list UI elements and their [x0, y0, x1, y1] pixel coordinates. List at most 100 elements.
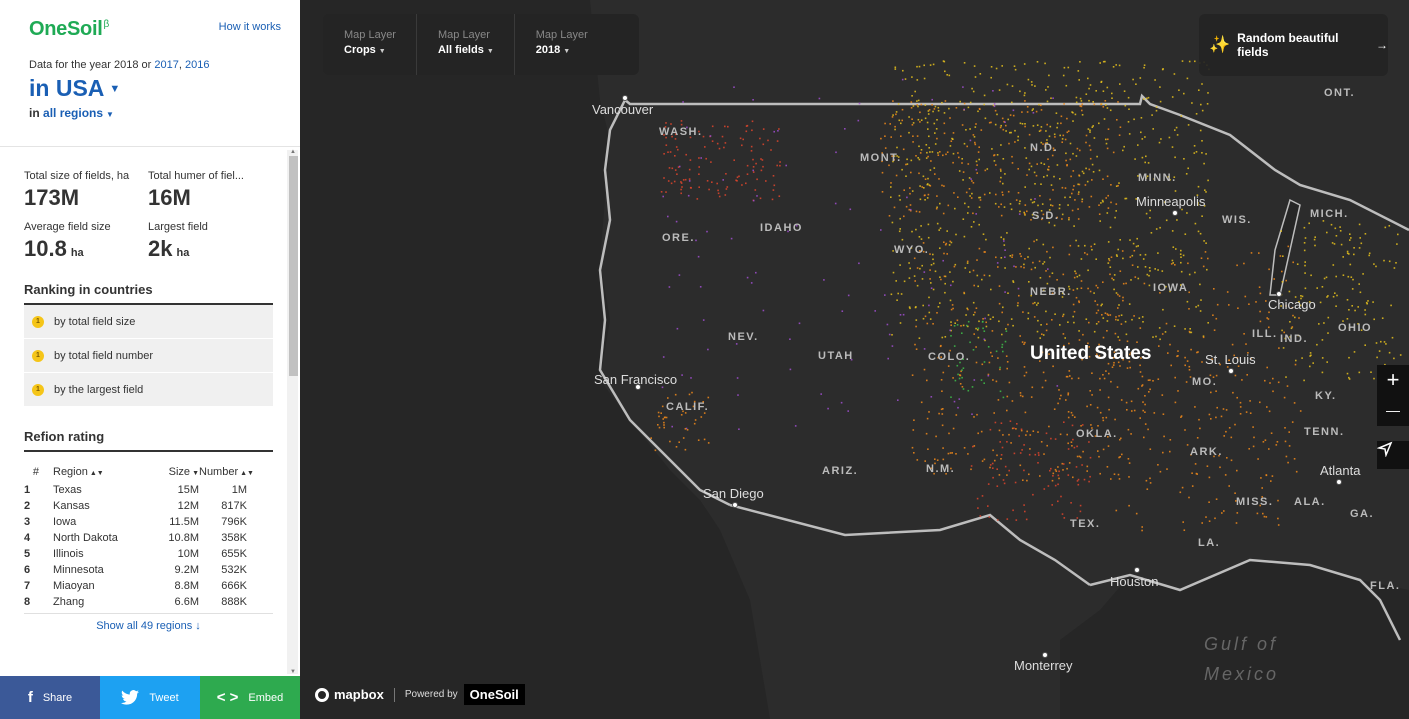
field-dot	[1149, 209, 1151, 212]
state-label: ILL.	[1252, 328, 1278, 340]
col-region[interactable]: Region ▲▼	[39, 466, 149, 478]
random-beautiful-fields-button[interactable]: ✨ Random beautiful fields →	[1199, 14, 1388, 76]
field-dot	[1142, 258, 1145, 260]
field-dot	[1354, 309, 1356, 312]
field-dot	[1186, 212, 1188, 214]
layer-selector-crops[interactable]: Map Layer Crops ▼	[323, 14, 417, 75]
table-row[interactable]: 5 Illinois 10M 655K	[24, 546, 273, 562]
field-dot	[932, 258, 934, 261]
table-row[interactable]: 4 North Dakota 10.8M 358K	[24, 530, 273, 546]
onesoil-footer-logo[interactable]: OneSoil	[463, 684, 525, 705]
field-dot	[1225, 409, 1228, 411]
country-selector[interactable]: in USA ▼	[29, 77, 280, 100]
sidebar-scrollbar[interactable]: ▲ ▼	[287, 149, 298, 675]
ranking-item-number[interactable]: 1 by total field number	[24, 339, 273, 373]
field-dot	[1139, 417, 1141, 419]
zoom-in-button[interactable]: +	[1377, 365, 1409, 395]
row-number: 1M	[231, 484, 247, 496]
field-dot	[973, 416, 975, 418]
field-dot	[680, 120, 683, 122]
region-selector[interactable]: all regions	[43, 106, 103, 120]
field-dot	[946, 253, 948, 255]
field-dot	[1059, 134, 1061, 137]
field-dot	[1373, 263, 1375, 265]
ranking-item-size[interactable]: 1 by total field size	[24, 305, 273, 339]
field-dot	[1188, 369, 1191, 371]
table-row[interactable]: 8 Zhang 6.6M 888K	[24, 594, 273, 610]
field-dot	[1040, 109, 1043, 111]
field-dot	[684, 448, 687, 451]
field-dot	[1393, 357, 1395, 360]
field-dot	[998, 285, 1001, 287]
how-it-works-link[interactable]: How it works	[219, 21, 281, 33]
field-dot	[940, 278, 942, 281]
field-dot	[1121, 250, 1124, 252]
scroll-up-arrow-icon[interactable]: ▲	[290, 149, 296, 155]
col-number[interactable]: Number ▲▼	[199, 466, 254, 478]
year-link-2017[interactable]: 2017	[154, 59, 178, 71]
field-dot	[1015, 199, 1018, 201]
ranking-item-largest[interactable]: 1 by the largest field	[24, 373, 273, 407]
field-dot	[890, 293, 893, 296]
table-row[interactable]: 2 Kansas 12M 817K	[24, 498, 273, 514]
map-view[interactable]: ONT. WASH. MONT. N.D. MINN. S.D. ORE. ID…	[300, 0, 1409, 719]
field-dot	[975, 123, 977, 125]
share-twitter-button[interactable]: Tweet	[100, 676, 200, 719]
state-label: ORE.	[662, 232, 695, 244]
field-dot	[912, 141, 914, 143]
year-link-2016[interactable]: 2016	[185, 59, 209, 71]
show-all-regions-link[interactable]: Show all 49 regions ↓	[24, 613, 273, 632]
field-dot	[1092, 125, 1094, 127]
field-dot	[1228, 304, 1230, 306]
field-dot	[1145, 155, 1147, 158]
share-facebook-button[interactable]: f Share	[0, 676, 100, 719]
table-row[interactable]: 3 Iowa 11.5M 796K	[24, 514, 273, 530]
field-dot	[761, 159, 764, 161]
field-dot	[978, 206, 981, 208]
field-dot	[934, 143, 937, 145]
field-dot	[1021, 341, 1024, 343]
field-dot	[1052, 472, 1055, 475]
field-dot	[1103, 377, 1106, 380]
field-dot	[1082, 450, 1084, 453]
field-dot	[1185, 173, 1188, 175]
field-dot	[1155, 109, 1158, 112]
field-dot	[1025, 434, 1027, 436]
field-dot	[680, 192, 682, 195]
field-dot	[1292, 261, 1294, 264]
field-dot	[1117, 101, 1119, 103]
mapbox-logo[interactable]: mapbox	[315, 687, 384, 702]
layer-selector-fields[interactable]: Map Layer All fields ▼	[417, 14, 515, 75]
col-size[interactable]: Size ▼	[149, 466, 199, 478]
scrollbar-thumb[interactable]	[289, 156, 298, 376]
field-dot	[1144, 136, 1146, 138]
field-dot	[1110, 380, 1112, 383]
table-row[interactable]: 7 Miaoyan 8.8M 666K	[24, 578, 273, 594]
field-dot	[1047, 169, 1050, 171]
layer-selector-year[interactable]: Map Layer 2018 ▼	[515, 14, 608, 75]
table-row[interactable]: 6 Minnesota 9.2M 532K	[24, 562, 273, 578]
field-dot	[908, 277, 911, 279]
field-dot	[1023, 504, 1025, 506]
table-row[interactable]: 1 Texas 15M 1M	[24, 482, 273, 498]
field-dot	[952, 132, 955, 134]
locate-button[interactable]	[1377, 441, 1409, 469]
field-dot	[937, 154, 940, 156]
field-dot	[1046, 139, 1048, 141]
field-dot	[916, 65, 918, 68]
field-dot	[1346, 318, 1349, 320]
field-dot	[1120, 314, 1123, 316]
scroll-down-arrow-icon[interactable]: ▼	[290, 669, 296, 675]
field-dot	[938, 229, 940, 231]
field-dot	[1115, 210, 1117, 212]
field-dot	[1047, 268, 1049, 270]
field-dot	[1079, 510, 1082, 513]
field-dot	[1012, 509, 1014, 512]
field-dot	[677, 148, 679, 151]
field-dot	[1009, 203, 1012, 205]
field-dot	[1319, 301, 1322, 304]
zoom-out-button[interactable]: —	[1377, 395, 1409, 425]
embed-button[interactable]: < > Embed	[200, 676, 300, 719]
field-dot	[1069, 142, 1072, 145]
field-dot	[1250, 252, 1253, 254]
